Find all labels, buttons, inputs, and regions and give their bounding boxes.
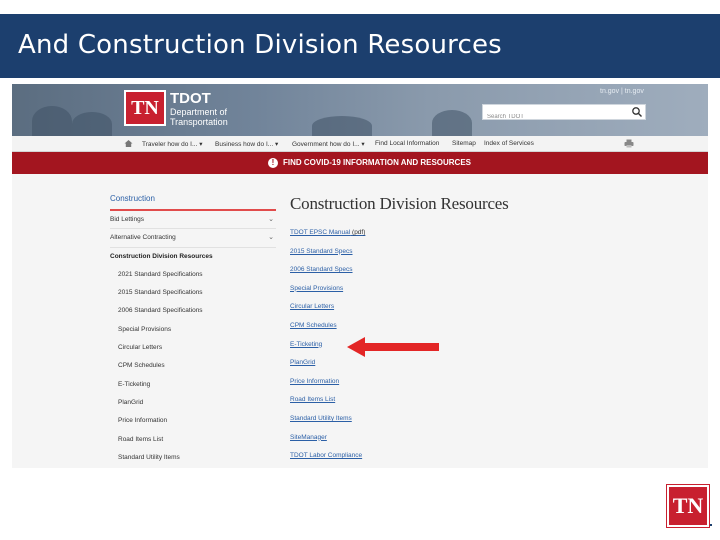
nav-government[interactable]: Government how do I... ▾ [292,140,365,148]
home-icon[interactable] [124,139,133,148]
banner-tree-shape [312,116,372,136]
slide-header: And Construction Division Resources [0,14,720,78]
sidebar-subitem[interactable]: 2021 Standard Specifications [110,266,276,284]
tn-logo-mark: TN [672,493,704,518]
slide: And Construction Division Resources TN T… [0,0,720,540]
sidebar-subitem[interactable]: Price Information [110,412,276,430]
nav-sitemap[interactable]: Sitemap [452,140,476,147]
red-arrow-pointer [347,337,439,357]
banner-tree-shape [72,112,112,136]
tdot-logo-sub1: Department of [170,107,228,117]
gov-link[interactable]: tn.gov | tn.gov [600,88,644,95]
resource-link[interactable]: Price Information [290,373,365,392]
banner-tree-shape [32,106,72,136]
slide-title: And Construction Division Resources [18,30,502,60]
tn-logo: TN [667,485,709,527]
resource-link[interactable]: 2006 Standard Specs [290,261,365,280]
search-icon[interactable] [631,106,643,118]
tdot-logo-text[interactable]: TDOT Department of Transportation [170,90,228,127]
sidebar-item-bid-lettings[interactable]: Bid Lettings ⌄ [110,211,276,230]
banner-tree-shape [432,110,472,136]
nav-local-information[interactable]: Find Local Information [375,140,439,147]
resource-link[interactable]: CPM Schedules [290,317,365,336]
resource-link[interactable]: TDOT Labor Compliance [290,447,365,466]
sidebar-item-label: Alternative Contracting [110,234,176,242]
link-epsc-manual[interactable]: TDOT EPSC Manual (pdf) [290,224,365,243]
search-box [482,104,646,124]
sidebar-subitem[interactable]: E-Ticketing [110,376,276,394]
resource-link[interactable]: Special Provisions [290,280,365,299]
sidebar-subitem[interactable]: PlanGrid [110,394,276,412]
sidebar-subitem[interactable]: 2015 Standard Specifications [110,284,276,302]
sidebar-subitem[interactable]: CPM Schedules [110,357,276,375]
sidebar-subitem[interactable]: Road Items List [110,431,276,449]
tdot-logo-mark: TN [131,96,159,119]
tdot-logo-sub2: Transportation [170,117,228,127]
resource-link[interactable]: Standard Utility Items [290,410,365,429]
chevron-down-icon[interactable]: ⌄ [268,211,274,229]
resource-link[interactable]: Road Items List [290,391,365,410]
nav-traveler[interactable]: Traveler how do I... ▾ [142,140,202,148]
tdot-logo-name: TDOT [170,90,211,107]
resource-link[interactable]: 2015 Standard Specs [290,243,365,262]
sidebar-subitem[interactable]: Special Provisions [110,321,276,339]
logo-dot [710,524,712,526]
sidebar-subitem[interactable]: 2006 Standard Specifications [110,302,276,320]
resource-link[interactable]: SiteManager [290,429,365,448]
tdot-logo[interactable]: TN [124,90,166,126]
nav-index-of-services[interactable]: Index of Services [484,140,534,147]
search-input[interactable] [483,110,623,124]
sidebar: Construction Bid Lettings ⌄ Alternative … [110,194,276,467]
covid-banner-text: FIND COVID-19 INFORMATION AND RESOURCES [283,158,472,167]
sidebar-item-alternative-contracting[interactable]: Alternative Contracting ⌄ [110,229,276,248]
sidebar-item-active[interactable]: Construction Division Resources [110,248,276,266]
sidebar-heading[interactable]: Construction [110,194,276,211]
chevron-down-icon[interactable]: ⌄ [268,229,274,247]
covid-banner[interactable]: ! FIND COVID-19 INFORMATION AND RESOURCE… [12,152,708,174]
resource-link[interactable]: Circular Letters [290,298,365,317]
site-banner: TN TDOT Department of Transportation tn.… [12,84,708,136]
page-title: Construction Division Resources [290,194,509,213]
nav-business[interactable]: Business how do I... ▾ [215,140,278,148]
print-icon[interactable] [624,139,634,148]
sidebar-subitem[interactable]: Circular Letters [110,339,276,357]
site-nav-bar: Traveler how do I... ▾ Business how do I… [12,136,708,152]
sidebar-item-label: Bid Lettings [110,216,144,223]
info-icon: ! [268,158,278,168]
sidebar-subitem[interactable]: Standard Utility Items [110,449,276,467]
